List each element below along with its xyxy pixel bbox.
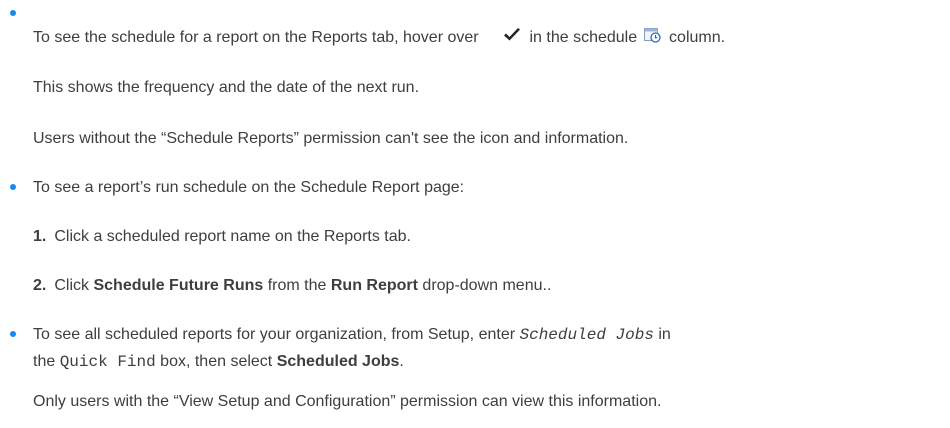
step-2: 2. Click Schedule Future Runs from the Ru…: [33, 276, 551, 296]
bullet-1-paragraph-3: Users without the “Schedule Reports” per…: [33, 130, 629, 147]
step-1-text: Click a scheduled report name on the Rep…: [54, 228, 411, 245]
bullet-marker: [10, 331, 16, 337]
bullet-3-line-2-post: .: [399, 353, 404, 370]
bullet-1-text-middle: in the schedule: [529, 29, 638, 47]
bullet-3-strong-scheduled-jobs: Scheduled Jobs: [276, 353, 400, 370]
step-2-strong-schedule-future-runs: Schedule Future Runs: [93, 277, 264, 294]
bullet-3-mid: in: [658, 326, 671, 343]
step-1: 1. Click a scheduled report name on the R…: [33, 227, 411, 247]
step-2-mid: from the: [267, 277, 327, 294]
schedule-calendar-clock-icon: [643, 27, 662, 49]
bullet-1-text-after: column.: [669, 29, 726, 47]
bullet-1-text-before: To see the schedule for a report on the …: [33, 29, 479, 47]
code-quick-find: Quick Find: [59, 353, 156, 371]
code-scheduled-jobs: Scheduled Jobs: [519, 326, 654, 344]
checkmark-icon: [503, 28, 521, 48]
bullet-3-line-2-pre: the: [33, 353, 56, 370]
step-2-strong-run-report: Run Report: [330, 277, 418, 294]
bullet-1-line-1: To see the schedule for a report on the …: [33, 27, 725, 49]
bullet-3-line-2-mid: box, then select: [160, 353, 273, 370]
step-2-post: drop-down menu..: [422, 277, 552, 294]
step-1-number: 1.: [33, 228, 47, 245]
bullet-3-pre: To see all scheduled reports for your or…: [33, 326, 516, 343]
bullet-3-paragraph-2: Only users with the “View Setup and Conf…: [33, 393, 662, 410]
step-2-pre: Click: [54, 277, 90, 294]
bullet-marker: [10, 10, 16, 16]
bullet-marker: [10, 184, 16, 190]
bullet-1-paragraph-2: This shows the frequency and the date of…: [33, 79, 420, 96]
bullet-3-line-1: To see all scheduled reports for your or…: [33, 325, 671, 345]
step-2-number: 2.: [33, 277, 47, 294]
bullet-2-text: To see a report’s run schedule on the Sc…: [33, 179, 465, 196]
bullet-3-line-2: the Quick Find box, then select Schedule…: [33, 352, 404, 372]
